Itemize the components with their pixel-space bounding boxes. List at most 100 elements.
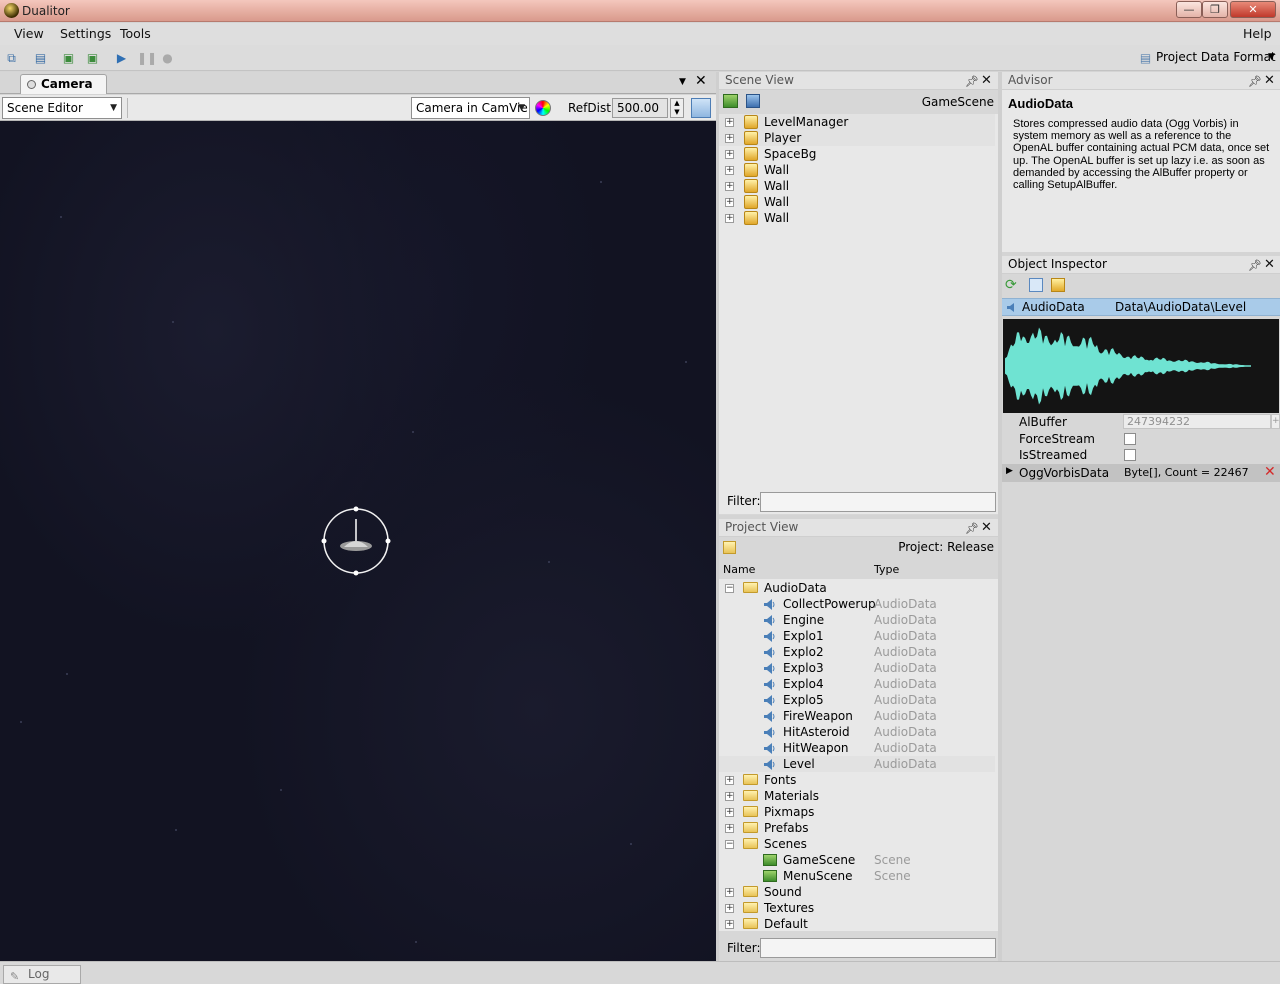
close-icon[interactable]: ✕ bbox=[981, 72, 992, 89]
close-tab-icon[interactable]: ✕ bbox=[695, 73, 707, 89]
expand-icon[interactable]: + bbox=[725, 808, 734, 817]
list-item[interactable]: + Wall bbox=[719, 210, 995, 226]
tab-log-view[interactable]: ✎ Log View bbox=[3, 965, 81, 984]
prop-oggvorbis-row[interactable]: ▶ OggVorbisData Byte[], Count = 22467 ✕ bbox=[1002, 464, 1280, 482]
list-item[interactable]: CollectPowerup AudioData bbox=[719, 596, 995, 612]
collapse-icon[interactable]: − bbox=[725, 840, 734, 849]
tab-menu-chevron-icon[interactable]: ▼ bbox=[679, 77, 686, 87]
list-item[interactable]: MenuScene Scene bbox=[719, 868, 995, 884]
prop-albuffer-value[interactable]: 247394232 bbox=[1123, 414, 1271, 429]
list-item[interactable]: + LevelManager bbox=[719, 114, 995, 130]
minimize-button[interactable]: — bbox=[1176, 1, 1202, 18]
chevron-down-icon[interactable]: ▼ bbox=[1268, 52, 1275, 62]
expand-icon[interactable]: + bbox=[725, 118, 734, 127]
folder-item[interactable]: + Sound bbox=[719, 884, 995, 900]
expand-icon[interactable]: + bbox=[725, 824, 734, 833]
list-item[interactable]: GameScene Scene bbox=[719, 852, 995, 868]
refdist-stepper[interactable]: ▲ ▼ bbox=[670, 98, 684, 118]
list-item[interactable]: Explo3 AudioData bbox=[719, 660, 995, 676]
close-icon[interactable]: ✕ bbox=[1264, 256, 1275, 273]
list-item[interactable]: + Wall bbox=[719, 194, 995, 210]
folder-item[interactable]: + Materials bbox=[719, 788, 995, 804]
splitter[interactable] bbox=[998, 72, 1002, 961]
stop-icon[interactable]: ● bbox=[160, 51, 175, 65]
tab-camera[interactable]: Camera #0 bbox=[20, 74, 107, 110]
expand-icon[interactable]: + bbox=[725, 198, 734, 207]
prop-albuffer-expand[interactable]: + bbox=[1271, 414, 1280, 429]
project-filter-input[interactable] bbox=[760, 938, 996, 958]
list-item[interactable]: + Wall bbox=[719, 178, 995, 194]
menu-settings[interactable]: Settings bbox=[60, 26, 111, 41]
open-icon[interactable]: ▤ bbox=[33, 51, 48, 65]
expand-icon[interactable]: + bbox=[725, 150, 734, 159]
list-item[interactable]: HitAsteroid AudioData bbox=[719, 724, 995, 740]
pin-icon[interactable]: 📌︎ bbox=[1248, 73, 1262, 90]
camera-select[interactable]: Camera in CamVie ▼ bbox=[411, 97, 530, 119]
list-item[interactable]: + Player bbox=[719, 130, 995, 146]
folder-audiodata[interactable]: − AudioData bbox=[719, 580, 995, 596]
scene-filter-input[interactable] bbox=[760, 492, 996, 512]
list-item[interactable]: + SpaceBg bbox=[719, 146, 995, 162]
column-type[interactable]: Type bbox=[874, 563, 899, 576]
pause-icon[interactable]: ❚❚ bbox=[137, 51, 157, 65]
expand-icon[interactable]: + bbox=[725, 904, 734, 913]
prop-forcestream-checkbox[interactable] bbox=[1124, 433, 1136, 445]
collapse-icon[interactable]: − bbox=[725, 584, 734, 593]
refdist-input[interactable]: 500.00 bbox=[612, 98, 668, 118]
splitter[interactable] bbox=[716, 72, 719, 961]
pin-icon[interactable]: 📌︎ bbox=[965, 73, 979, 90]
folder-item[interactable]: + Prefabs bbox=[719, 820, 995, 836]
player-ship[interactable] bbox=[318, 503, 394, 579]
pin-icon[interactable]: 📌︎ bbox=[965, 520, 979, 537]
view-options-icon[interactable] bbox=[691, 98, 711, 118]
list-item[interactable]: Explo1 AudioData bbox=[719, 628, 995, 644]
folder-item[interactable]: + Default bbox=[719, 916, 995, 932]
folder-item[interactable]: + Textures bbox=[719, 900, 995, 916]
list-item[interactable]: Explo2 AudioData bbox=[719, 644, 995, 660]
menu-view[interactable]: View bbox=[14, 26, 44, 41]
prop-isstreamed-checkbox[interactable] bbox=[1124, 449, 1136, 461]
lock-icon[interactable] bbox=[1051, 278, 1065, 292]
play-icon[interactable]: ▶ bbox=[114, 51, 129, 65]
pin-icon[interactable]: 📌︎ bbox=[1248, 257, 1262, 274]
expand-icon[interactable]: + bbox=[725, 776, 734, 785]
expand-icon[interactable]: + bbox=[725, 182, 734, 191]
expand-icon[interactable]: + bbox=[725, 920, 734, 929]
folder-item[interactable]: + Fonts bbox=[719, 772, 995, 788]
list-item[interactable]: Engine AudioData bbox=[719, 612, 995, 628]
inspector-object-header[interactable]: AudioData Data\AudioData\Level bbox=[1002, 298, 1280, 316]
new-resource-icon[interactable] bbox=[723, 541, 736, 554]
expand-icon[interactable]: + bbox=[725, 134, 734, 143]
expand-arrow-icon[interactable]: ▶ bbox=[1006, 466, 1013, 476]
save-icon[interactable] bbox=[746, 94, 760, 108]
menu-help[interactable]: Help bbox=[1243, 26, 1272, 41]
editor-mode-select[interactable]: Scene Editor ▼ bbox=[2, 97, 122, 119]
folder-scenes[interactable]: − Scenes bbox=[719, 836, 995, 852]
expand-icon[interactable]: + bbox=[725, 214, 734, 223]
menu-tools[interactable]: Tools bbox=[120, 26, 151, 41]
export-icon[interactable]: ▣ bbox=[85, 51, 100, 65]
maximize-button[interactable]: ❐ bbox=[1202, 1, 1228, 18]
close-icon[interactable]: ✕ bbox=[981, 519, 992, 536]
new-object-icon[interactable] bbox=[723, 94, 738, 108]
list-item[interactable]: FireWeapon AudioData bbox=[719, 708, 995, 724]
close-window-button[interactable]: ✕ bbox=[1230, 1, 1276, 18]
refresh-icon[interactable]: ⟳ bbox=[1005, 277, 1017, 293]
list-item[interactable]: HitWeapon AudioData bbox=[719, 740, 995, 756]
expand-icon[interactable]: + bbox=[725, 166, 734, 175]
close-icon[interactable]: ✕ bbox=[1264, 72, 1275, 89]
folder-item[interactable]: + Pixmaps bbox=[719, 804, 995, 820]
list-item[interactable]: Level AudioData bbox=[719, 756, 995, 772]
list-item[interactable]: Explo5 AudioData bbox=[719, 692, 995, 708]
list-item[interactable]: + Wall bbox=[719, 162, 995, 178]
expand-icon[interactable]: + bbox=[725, 888, 734, 897]
color-picker-icon[interactable] bbox=[535, 100, 551, 116]
project-format-button[interactable]: Project Data Format bbox=[1156, 50, 1276, 64]
scene-viewport[interactable] bbox=[0, 121, 716, 961]
delete-icon[interactable]: ✕ bbox=[1264, 464, 1276, 480]
list-item[interactable]: Explo4 AudioData bbox=[719, 676, 995, 692]
column-name[interactable]: Name bbox=[723, 563, 755, 576]
expand-icon[interactable]: + bbox=[725, 792, 734, 801]
copy-icon[interactable]: ⧉ bbox=[4, 51, 19, 65]
import-icon[interactable]: ▣ bbox=[61, 51, 76, 65]
